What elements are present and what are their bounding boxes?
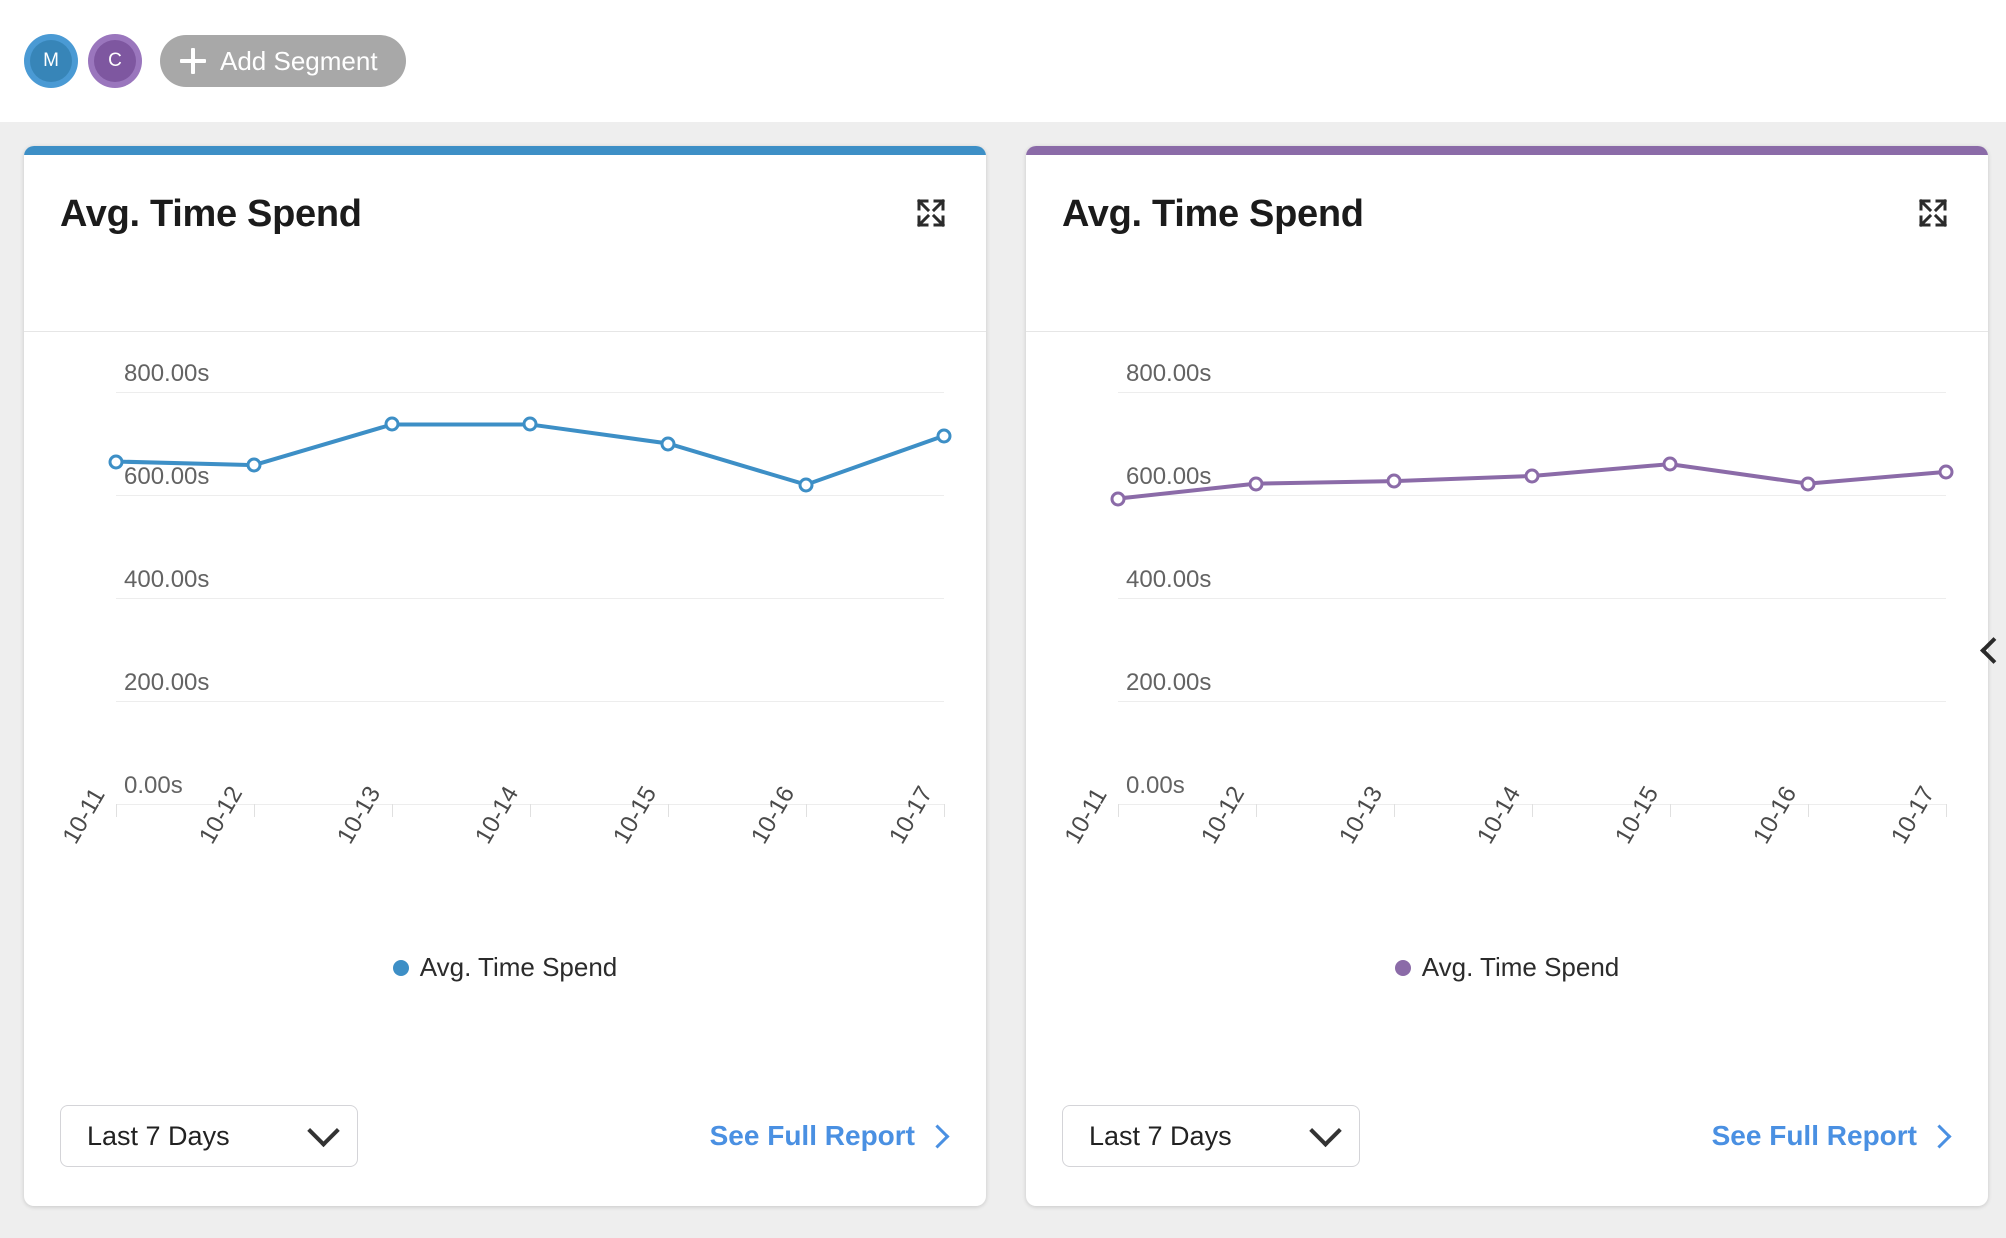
data-point[interactable] <box>798 477 814 493</box>
chart-avg-time-spend-1: 0.00s 200.00s 400.00s 600.00s 800.00s 10-11 10… <box>24 332 986 1032</box>
legend-label: Avg. Time Spend <box>1421 952 1620 982</box>
avatar-c[interactable]: C <box>88 34 142 88</box>
chevron-down-icon <box>307 1114 340 1147</box>
chart-legend: Avg. Time Spend <box>1026 952 1988 983</box>
add-segment-button[interactable]: Add Segment <box>160 35 406 87</box>
expand-icon[interactable] <box>1916 196 1950 230</box>
date-range-select[interactable]: Last 7 Days <box>60 1105 358 1167</box>
chevron-right-icon <box>925 1123 950 1149</box>
card-accent-bar <box>24 146 986 155</box>
data-point[interactable] <box>384 416 400 432</box>
date-range-value: Last 7 Days <box>87 1120 230 1151</box>
y-axis-tick-label: 800.00s <box>1126 360 1212 387</box>
x-axis-tick <box>1118 804 1119 817</box>
card-footer: Last 7 Days See Full Report <box>1026 1066 1988 1206</box>
avatar-m-initial: M <box>30 40 72 82</box>
legend-dot <box>392 959 409 976</box>
chevron-down-icon <box>1309 1114 1342 1147</box>
series-line <box>1117 462 1947 501</box>
x-axis-tick <box>806 804 807 817</box>
data-point[interactable] <box>660 436 676 451</box>
x-axis-tick <box>1394 804 1395 817</box>
card-header: Avg. Time Spend <box>24 155 986 332</box>
see-full-report-link[interactable]: See Full Report <box>709 1120 950 1152</box>
data-point[interactable] <box>1800 476 1816 492</box>
chevron-left-icon <box>1979 636 2006 664</box>
x-axis-tick <box>668 804 669 817</box>
card-accent-bar <box>1026 146 1988 155</box>
x-axis-tick <box>254 804 255 817</box>
x-axis-tick-label: 10-11 <box>57 783 111 849</box>
legend-label: Avg. Time Spend <box>419 952 618 982</box>
segment-toolbar: M C Add Segment <box>0 0 2006 122</box>
x-axis-tick <box>1808 804 1809 817</box>
card-avg-time-spend-2: Avg. Time Spend 0.00s 200.00s 400.00s 600.0… <box>1026 146 1988 1206</box>
card-avg-time-spend-1: Avg. Time Spend 0.00s 200.00s 400.00s 600.0… <box>24 146 986 1206</box>
chart-avg-time-spend-2: 0.00s 200.00s 400.00s 600.00s 800.00s 10-11 10… <box>1026 332 1988 1032</box>
chart-legend: Avg. Time Spend <box>24 952 986 983</box>
data-point[interactable] <box>1110 491 1126 507</box>
dashboard-page: M C Add Segment Avg. Time Spend 0.00s 20… <box>0 0 2006 1238</box>
data-point[interactable] <box>246 457 262 473</box>
avatar-c-initial: C <box>94 40 136 82</box>
legend-dot <box>1394 959 1411 976</box>
plot-area: 0.00s 200.00s 400.00s 600.00s 800.00s 10-11 10… <box>1059 360 1954 849</box>
page-title: Avg. Time Spend <box>1062 193 1364 235</box>
plus-icon <box>180 48 206 74</box>
x-axis-tick-label: 10-11 <box>1059 783 1113 849</box>
see-full-report-link[interactable]: See Full Report <box>1711 1120 1952 1152</box>
data-point[interactable] <box>1662 456 1678 472</box>
x-axis-tick <box>1532 804 1533 817</box>
data-point[interactable] <box>522 416 538 432</box>
data-point[interactable] <box>1386 473 1402 489</box>
data-point[interactable] <box>108 454 124 470</box>
x-axis-tick <box>530 804 531 817</box>
x-axis-tick <box>392 804 393 817</box>
see-full-report-label: See Full Report <box>1711 1120 1917 1151</box>
x-axis-tick <box>116 804 117 817</box>
data-point[interactable] <box>1524 468 1540 484</box>
expand-icon[interactable] <box>914 196 948 230</box>
chevron-right-icon <box>1927 1123 1952 1149</box>
x-axis-tick <box>1946 804 1947 817</box>
plot-area: 0.00s 200.00s 400.00s 600.00s 800.00s 10-11 10… <box>57 360 952 849</box>
x-axis-tick <box>1670 804 1671 817</box>
add-segment-label: Add Segment <box>220 45 378 76</box>
page-title: Avg. Time Spend <box>60 193 362 235</box>
data-point[interactable] <box>1248 476 1264 492</box>
avatar-m[interactable]: M <box>24 34 78 88</box>
card-footer: Last 7 Days See Full Report <box>24 1066 986 1206</box>
date-range-select[interactable]: Last 7 Days <box>1062 1105 1360 1167</box>
x-axis-tick <box>944 804 945 817</box>
see-full-report-label: See Full Report <box>709 1120 915 1151</box>
data-point[interactable] <box>1938 464 1954 480</box>
card-header: Avg. Time Spend <box>1026 155 1988 332</box>
data-point[interactable] <box>936 428 952 444</box>
x-axis-tick <box>1256 804 1257 817</box>
y-axis-tick-label: 800.00s <box>124 360 210 387</box>
date-range-value: Last 7 Days <box>1089 1120 1232 1151</box>
sidebar-collapse-handle[interactable] <box>1979 620 2006 680</box>
series-line <box>115 422 945 487</box>
